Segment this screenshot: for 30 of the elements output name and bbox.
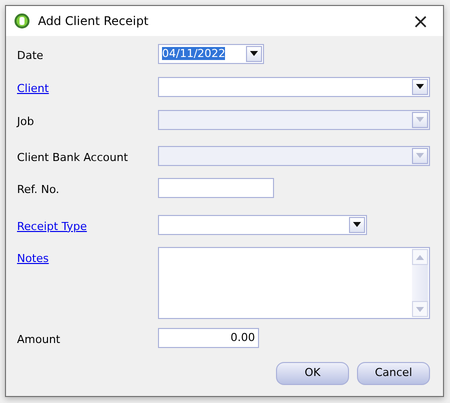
- dropdown-arrow-icon: [352, 222, 362, 228]
- dropdown-button[interactable]: [349, 216, 365, 232]
- field-label: Ref. No.: [17, 183, 60, 196]
- dropdown-button[interactable]: [412, 78, 428, 94]
- date-picker[interactable]: 04/11/2022: [158, 44, 264, 64]
- window-title: Add Client Receipt: [38, 13, 148, 30]
- dropdown-arrow-icon: [415, 152, 425, 158]
- dropdown-button[interactable]: [246, 46, 262, 62]
- dropdown-field[interactable]: [158, 76, 430, 96]
- dropdown-field[interactable]: [158, 214, 367, 234]
- field-value: 0.00: [230, 331, 255, 344]
- dropdown-arrow-icon: [415, 84, 425, 90]
- ok-button[interactable]: OK: [276, 362, 349, 384]
- notes-field[interactable]: [158, 247, 430, 319]
- field-link[interactable]: Receipt Type: [17, 220, 87, 232]
- input-field[interactable]: [158, 178, 274, 198]
- dropdown-arrow-icon: [249, 51, 259, 57]
- input-field[interactable]: 0.00: [158, 328, 259, 348]
- field-link[interactable]: Notes: [17, 252, 49, 265]
- field-label: Job: [17, 115, 34, 128]
- field-label: Date: [17, 49, 44, 62]
- cancel-button[interactable]: Cancel: [357, 362, 430, 384]
- field-link[interactable]: Client: [17, 82, 49, 94]
- close-button[interactable]: ×: [406, 11, 435, 31]
- app-icon: [14, 13, 30, 29]
- field-value: 04/11/2022: [162, 47, 226, 60]
- dropdown-arrow-icon: [415, 117, 425, 123]
- field-label: Client Bank Account: [17, 150, 128, 164]
- field-label: Amount: [17, 333, 60, 346]
- scroll-bar[interactable]: [412, 249, 428, 317]
